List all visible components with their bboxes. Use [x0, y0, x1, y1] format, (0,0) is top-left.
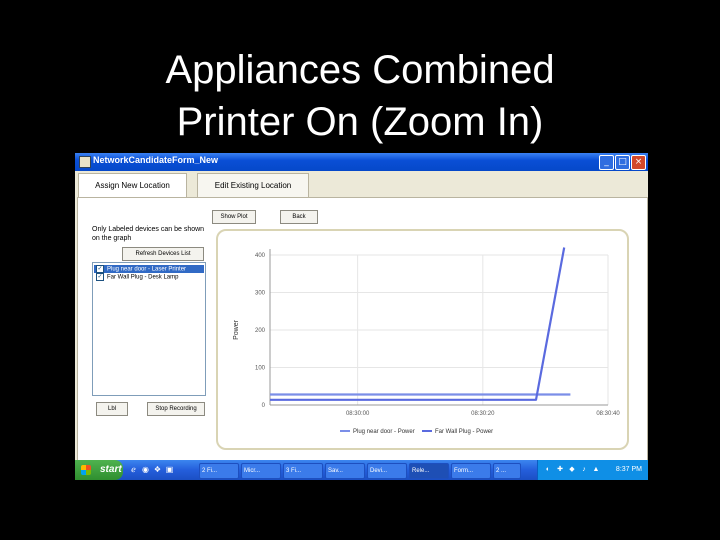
y-tick-label: 300: [255, 291, 266, 297]
windows-logo-icon: [81, 465, 91, 475]
series-line-1: [270, 247, 566, 401]
y-tick-label: 200: [255, 328, 266, 334]
slide-title: Appliances Combined Printer On (Zoom In): [0, 44, 720, 148]
app-icon: [79, 156, 91, 168]
desktop-icon[interactable]: ▣: [165, 465, 174, 474]
tray-network-icon[interactable]: ◆: [568, 466, 576, 474]
device-label: Far Wall Plug - Desk Lamp: [107, 274, 179, 281]
chart-panel: 400 300 200 100 0 08:30:00 08:30:20 08:30:40 Pow…: [216, 229, 629, 450]
tray-status-icon[interactable]: ◐: [544, 466, 552, 474]
device-list[interactable]: ✓ Plug near door - Laser Printer ✓ Far Wal…: [92, 262, 206, 396]
show-plot-button[interactable]: Show Plot: [212, 210, 256, 224]
window-titlebar[interactable]: NetworkCandidateForm_New _ □ ×: [75, 153, 648, 171]
taskbar: start ℯ ◉ ❖ ▣ 2 Fi... Micr... 3 Fi... Sa…: [75, 460, 648, 480]
y-tick-label: 400: [255, 253, 266, 259]
checkbox[interactable]: ✓: [96, 273, 104, 281]
task-button[interactable]: Sav...: [325, 463, 365, 479]
y-tick-label: 0: [262, 403, 266, 409]
task-button-active[interactable]: Rele...: [409, 463, 449, 479]
maximize-button[interactable]: □: [615, 155, 630, 170]
media-icon[interactable]: ◉: [141, 465, 150, 474]
close-button[interactable]: ×: [631, 155, 646, 170]
checkbox[interactable]: ✓: [96, 265, 104, 273]
tray-volume-icon[interactable]: ♪: [580, 466, 588, 474]
tab-edit-existing-location[interactable]: Edit Existing Location: [197, 173, 309, 198]
label-button[interactable]: Lbl: [96, 402, 128, 416]
y-tick-label: 100: [255, 366, 266, 372]
start-button[interactable]: start: [75, 460, 123, 480]
legend-label-1: Far Wall Plug - Power: [435, 429, 493, 435]
tray-security-icon[interactable]: ✚: [556, 466, 564, 474]
tray-alert-icon[interactable]: ▲: [592, 466, 600, 474]
slide-title-line1: Appliances Combined: [165, 48, 555, 92]
task-button[interactable]: Devi...: [367, 463, 407, 479]
back-button[interactable]: Back: [280, 210, 318, 224]
device-label: Plug near door - Laser Printer: [107, 266, 187, 273]
clock: 8:37 PM: [615, 466, 642, 473]
info-text: Only Labeled devices can be shown on the…: [92, 226, 205, 242]
task-button[interactable]: 3 Fi...: [283, 463, 323, 479]
x-tick-label: 08:30:20: [471, 411, 495, 417]
app-window: NetworkCandidateForm_New _ □ × Assign Ne…: [75, 153, 648, 480]
task-button[interactable]: 2 ...: [493, 463, 521, 479]
tab-assign-new-location[interactable]: Assign New Location: [78, 173, 187, 198]
list-item[interactable]: ✓ Far Wall Plug - Desk Lamp: [94, 273, 204, 281]
window-title: NetworkCandidateForm_New: [93, 155, 219, 165]
app-quicklaunch-icon[interactable]: ❖: [153, 465, 162, 474]
task-button[interactable]: 2 Fi...: [199, 463, 239, 479]
y-axis-label: Power: [233, 319, 240, 340]
power-chart: 400 300 200 100 0 08:30:00 08:30:20 08:30:40 Pow…: [233, 247, 620, 435]
stop-recording-button[interactable]: Stop Recording: [147, 402, 205, 416]
system-tray: ◐ ✚ ◆ ♪ ▲ 8:37 PM: [537, 460, 648, 480]
x-tick-label: 08:30:00: [346, 411, 370, 417]
list-item[interactable]: ✓ Plug near door - Laser Printer: [94, 265, 204, 273]
task-button[interactable]: Form...: [451, 463, 491, 479]
legend-label-0: Plug near door - Power: [353, 429, 415, 435]
browser-icon[interactable]: ℯ: [129, 465, 138, 474]
minimize-button[interactable]: _: [599, 155, 614, 170]
refresh-devices-button[interactable]: Refresh Devices List: [122, 247, 204, 261]
x-tick-label: 08:30:40: [596, 411, 620, 417]
task-button[interactable]: Micr...: [241, 463, 281, 479]
slide-title-line2: Printer On (Zoom In): [176, 100, 544, 144]
